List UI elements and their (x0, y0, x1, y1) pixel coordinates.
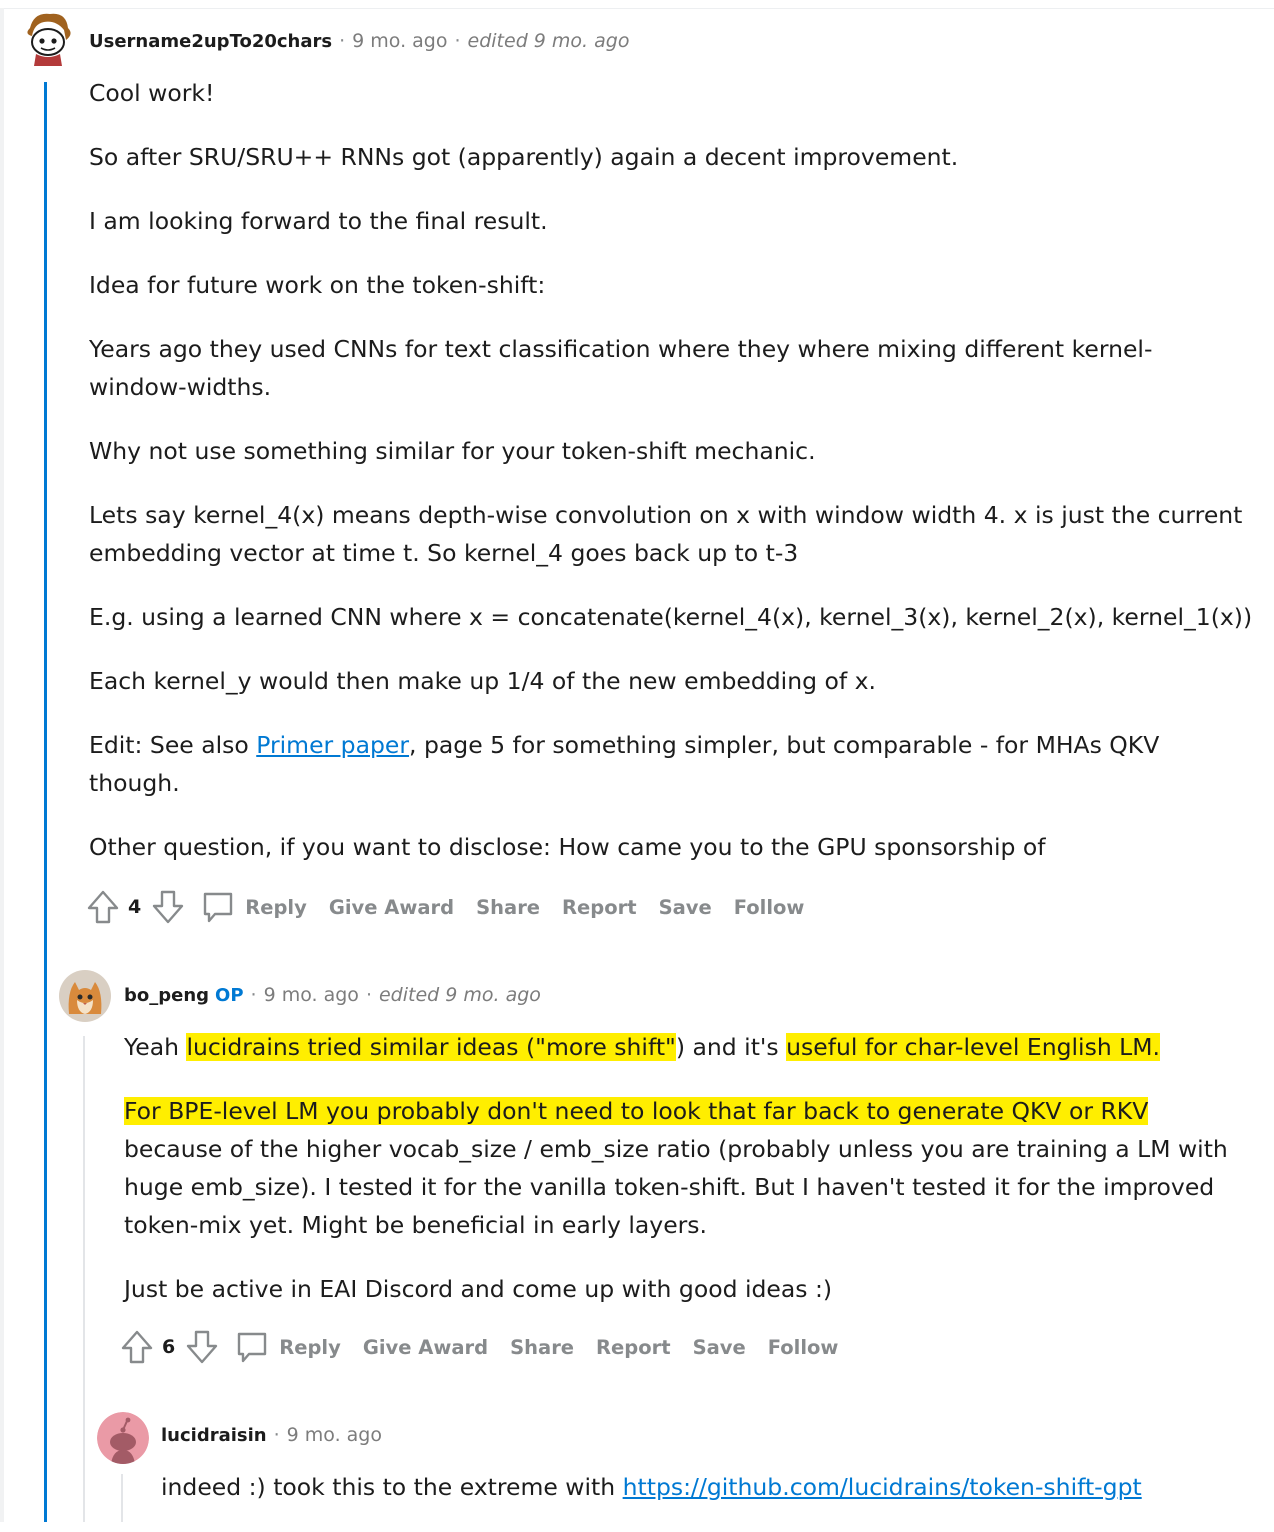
comment-paragraph: Years ago they used CNNs for text classi… (89, 335, 1153, 401)
reply-label: Reply (245, 895, 307, 919)
comment-paragraph: Lets say kernel_4(x) means depth-wise co… (89, 501, 1243, 567)
comment-author[interactable]: bo_peng (124, 985, 209, 1006)
comment-body: Yeah lucidrains tried similar ideas ("mo… (124, 1028, 1234, 1334)
page-left-edge (0, 8, 4, 1522)
text-span: Yeah (124, 1033, 187, 1061)
op-badge: OP (215, 984, 244, 1006)
edit-prefix: Edit: See also (89, 731, 257, 759)
reply-label: Reply (279, 1335, 341, 1359)
comment-body: Cool work! So after SRU/SRU++ RNNs got (… (89, 74, 1253, 892)
follow-button[interactable]: Follow (734, 896, 805, 919)
separator-dot: · (339, 30, 346, 52)
comment-paragraph: E.g. using a learned CNN where x = conca… (89, 603, 1253, 631)
reply-button[interactable]: Reply (235, 1329, 341, 1365)
user-avatar[interactable] (59, 970, 111, 1022)
cat-avatar-icon (59, 970, 111, 1022)
give-award-button[interactable]: Give Award (363, 1336, 488, 1359)
text-span: indeed :) took this to the extreme with (161, 1473, 623, 1501)
highlighted-text: lucidrains tried similar ideas ("more sh… (186, 1033, 676, 1061)
comment-paragraph: indeed :) took this to the extreme with … (161, 1468, 1251, 1506)
top-divider (0, 8, 1274, 9)
comment-timestamp[interactable]: 9 mo. ago (287, 1424, 382, 1446)
comment-paragraph: Cool work! (89, 79, 215, 107)
comment-actions: 6 Reply Give Award Share Report Save Fol… (120, 1329, 860, 1365)
comment-paragraph: Yeah lucidrains tried similar ideas ("mo… (124, 1028, 1234, 1066)
comment-timestamp[interactable]: 9 mo. ago (352, 30, 447, 52)
comment-paragraph: Why not use something similar for your t… (89, 437, 816, 465)
edited-label: edited 9 mo. ago (378, 984, 541, 1006)
user-avatar[interactable] (20, 10, 74, 68)
comment-header: lucidraisin · 9 mo. ago (161, 1424, 382, 1446)
comment-timestamp[interactable]: 9 mo. ago (264, 984, 359, 1006)
comment-paragraph: For BPE-level LM you probably don't need… (124, 1092, 1234, 1244)
separator-dot: · (250, 984, 257, 1006)
primer-paper-link[interactable]: Primer paper (256, 731, 409, 759)
vote-count: 6 (162, 1336, 176, 1358)
comment-header: bo_peng OP · 9 mo. ago · edited 9 mo. ag… (124, 984, 541, 1006)
separator-dot: · (273, 1424, 280, 1446)
reply-button[interactable]: Reply (201, 889, 307, 925)
follow-button[interactable]: Follow (768, 1336, 839, 1359)
vote-count: 4 (128, 896, 142, 918)
share-button[interactable]: Share (510, 1336, 574, 1359)
upvote-arrow-icon[interactable] (86, 889, 120, 925)
downvote-arrow-icon[interactable] (151, 889, 185, 925)
downvote-arrow-icon[interactable] (185, 1329, 219, 1365)
give-award-button[interactable]: Give Award (329, 896, 454, 919)
thread-line-level-3[interactable] (121, 1474, 123, 1522)
comment-paragraph: Just be active in EAI Discord and come u… (124, 1275, 833, 1303)
thread-line-level-1[interactable] (44, 82, 47, 1522)
comment-header: Username2upTo20chars · 9 mo. ago · edite… (89, 30, 629, 52)
report-button[interactable]: Report (562, 896, 637, 919)
comment-paragraph: I am looking forward to the final result… (89, 207, 548, 235)
save-button[interactable]: Save (659, 896, 712, 919)
highlighted-text: useful for char-level English LM. (786, 1033, 1161, 1061)
default-snoo-avatar-icon (97, 1412, 149, 1464)
thread-line-level-2[interactable] (83, 1036, 85, 1522)
save-button[interactable]: Save (693, 1336, 746, 1359)
github-link[interactable]: https://github.com/lucidrains/token-shif… (623, 1473, 1142, 1501)
comment-bubble-icon (201, 889, 235, 925)
share-button[interactable]: Share (476, 896, 540, 919)
highlighted-text: For BPE-level LM you probably don't need… (124, 1097, 1149, 1125)
separator-dot: · (454, 30, 461, 52)
comment-actions: 4 Reply Give Award Share Report Save Fol… (86, 889, 826, 925)
comment-author[interactable]: Username2upTo20chars (89, 31, 332, 52)
edit-paragraph: Edit: See also Primer paper, page 5 for … (89, 726, 1179, 802)
upvote-arrow-icon[interactable] (120, 1329, 154, 1365)
comment-body: indeed :) took this to the extreme with … (161, 1468, 1251, 1532)
comment-paragraph: Idea for future work on the token-shift: (89, 271, 546, 299)
comment-bubble-icon (235, 1329, 269, 1365)
edited-label: edited 9 mo. ago (467, 30, 630, 52)
comment-author[interactable]: lucidraisin (161, 1425, 267, 1446)
user-avatar[interactable] (97, 1412, 149, 1464)
snoo-avatar-icon (27, 13, 71, 66)
text-span: because of the higher vocab_size / emb_s… (124, 1135, 1228, 1239)
text-span: ) and it's (675, 1033, 787, 1061)
comment-paragraph: Each kernel_y would then make up 1/4 of … (89, 667, 876, 695)
comment-paragraph: Other question, if you want to disclose:… (89, 833, 1046, 861)
comment-paragraph: So after SRU/SRU++ RNNs got (apparently)… (89, 143, 959, 171)
report-button[interactable]: Report (596, 1336, 671, 1359)
separator-dot: · (365, 984, 372, 1006)
